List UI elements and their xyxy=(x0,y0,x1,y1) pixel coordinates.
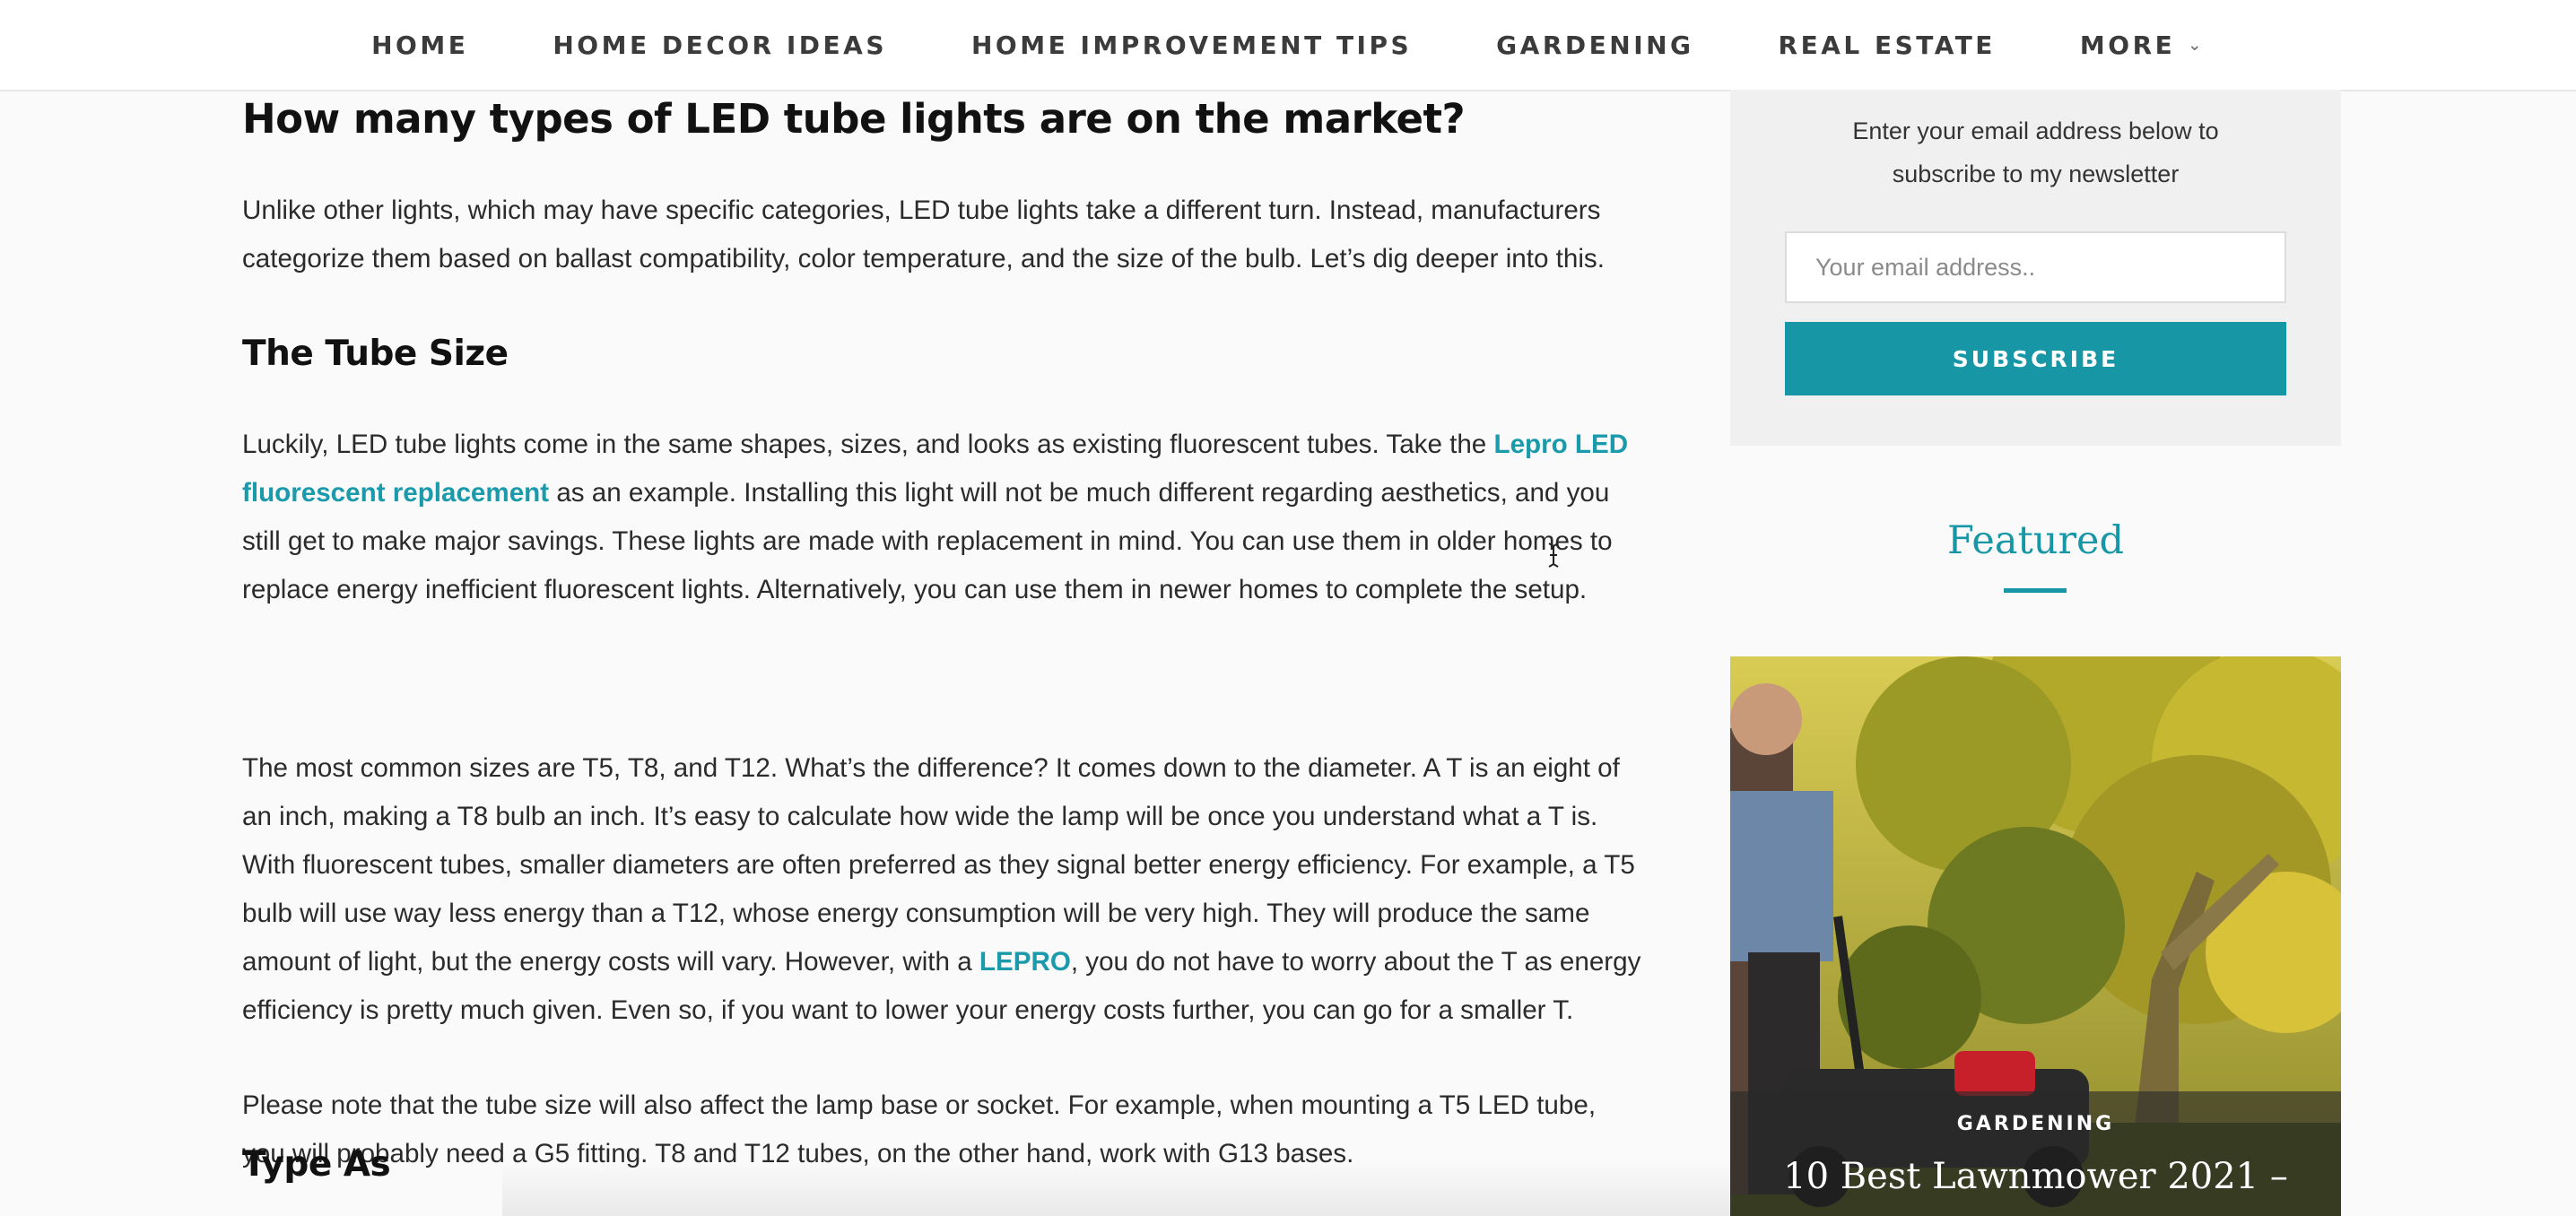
intro-paragraph: Unlike other lights, which may have spec… xyxy=(242,187,1641,283)
email-field[interactable] xyxy=(1785,231,2286,303)
nav-item-label: HOME IMPROVEMENT TIPS xyxy=(971,30,1413,60)
paragraph-text: Luckily, LED tube lights come in the sam… xyxy=(242,430,1494,459)
newsletter-description: Enter your email address below to subscr… xyxy=(1852,117,2219,187)
featured-card-overlay: GARDENING 10 Best Lawnmower 2021 – xyxy=(1730,1091,2341,1216)
nav-item-more[interactable]: MORE ⌄ xyxy=(2080,30,2205,60)
chevron-down-icon: ⌄ xyxy=(2188,35,2205,55)
featured-heading-underline xyxy=(2004,588,2067,593)
tube-size-paragraph-2: The most common sizes are T5, T8, and T1… xyxy=(242,744,1641,1035)
lepro-link[interactable]: LEPRO xyxy=(979,947,1071,977)
nav-item-label: MORE xyxy=(2079,30,2176,60)
featured-category-label[interactable]: GARDENING xyxy=(1730,1113,2341,1135)
featured-post-title[interactable]: 10 Best Lawnmower 2021 – xyxy=(1730,1156,2341,1197)
text-cursor-icon xyxy=(1548,543,1559,568)
nav-item-label: HOME xyxy=(371,30,469,60)
nav-item-label: HOME DECOR IDEAS xyxy=(553,30,887,60)
paragraph-text: The most common sizes are T5, T8, and T1… xyxy=(242,753,1635,977)
nav-item-real-estate[interactable]: REAL ESTATE xyxy=(1779,30,1996,60)
paragraph-text: Please note that the tube size will also… xyxy=(242,1090,1597,1168)
featured-heading: Featured xyxy=(1946,518,2125,563)
top-navigation: HOME HOME DECOR IDEAS HOME IMPROVEMENT T… xyxy=(0,0,2576,91)
nav-item-home-decor-ideas[interactable]: HOME DECOR IDEAS xyxy=(553,30,887,60)
tube-size-paragraph-1: Luckily, LED tube lights come in the sam… xyxy=(242,421,1641,614)
newsletter-widget: Enter your email address below to subscr… xyxy=(1730,90,2341,446)
section-heading-tube-size: The Tube Size xyxy=(242,334,509,374)
tube-size-paragraph-3: Please note that the tube size will also… xyxy=(242,1081,1641,1178)
section-heading-led-types: How many types of LED tube lights are on… xyxy=(242,95,1466,143)
nav-item-label: GARDENING xyxy=(1496,30,1694,60)
intro-text: Unlike other lights, which may have spec… xyxy=(242,195,1605,274)
nav-item-home-improvement-tips[interactable]: HOME IMPROVEMENT TIPS xyxy=(971,30,1412,60)
nav-item-label: REAL ESTATE xyxy=(1778,30,1996,60)
section-heading-type-as: Type As xyxy=(242,1144,391,1185)
subscribe-button[interactable]: SUBSCRIBE xyxy=(1785,322,2286,395)
featured-post-card[interactable]: GARDENING 10 Best Lawnmower 2021 – xyxy=(1730,656,2341,1216)
nav-item-home[interactable]: HOME xyxy=(371,30,468,60)
nav-item-gardening[interactable]: GARDENING xyxy=(1496,30,1693,60)
